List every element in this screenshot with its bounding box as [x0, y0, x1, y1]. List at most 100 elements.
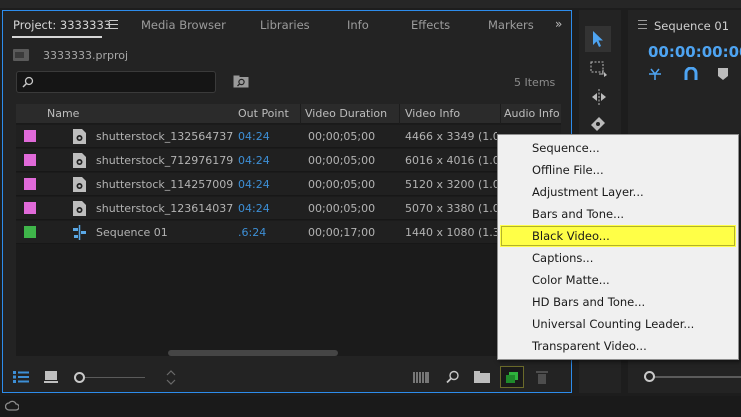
label-color-swatch[interactable] [24, 202, 36, 214]
hamburger-menu-icon[interactable] [109, 20, 118, 29]
table-row[interactable]: shutterstock_1236140374.j 04:24 00;00;05;0… [16, 197, 561, 220]
table-row[interactable]: shutterstock_712976179.jp 04:24 00;00;05;0… [16, 149, 561, 172]
playhead-timecode[interactable]: 00:00:00:00 [648, 43, 741, 61]
column-header-out-point[interactable]: Out Point [238, 107, 300, 120]
new-item-button[interactable] [500, 366, 524, 388]
item-count: 5 Items [514, 76, 556, 89]
list-view-icon[interactable] [13, 371, 29, 383]
creative-cloud-icon[interactable] [5, 399, 19, 413]
menu-item-captions[interactable]: Captions... [498, 247, 738, 269]
track-select-tool-button[interactable] [585, 56, 611, 82]
new-bin-icon[interactable] [474, 371, 490, 383]
tab-markers[interactable]: Markers [488, 18, 534, 34]
tab-effects[interactable]: Effects [411, 18, 450, 34]
razor-tool-icon [591, 117, 605, 131]
bin-search-icon[interactable] [233, 75, 249, 88]
selection-tool-icon [593, 31, 603, 47]
menu-item-universal-counting-leader[interactable]: Universal Counting Leader... [498, 313, 738, 335]
trash-icon[interactable] [536, 370, 548, 384]
icon-view-icon[interactable] [44, 371, 58, 383]
label-color-swatch[interactable] [24, 130, 36, 142]
still-image-icon [73, 201, 86, 216]
still-image-icon [73, 177, 86, 192]
column-separator[interactable] [399, 104, 400, 124]
timeline-zoom-track[interactable] [644, 376, 741, 378]
item-video-duration: 00;00;05;00 [308, 178, 376, 191]
table-row[interactable]: Sequence 01 .6:24 00;00;17;00 1440 x 1080 (… [16, 221, 561, 244]
search-input[interactable] [16, 71, 216, 93]
add-marker-icon[interactable] [716, 67, 730, 81]
column-header-name[interactable]: Name [47, 107, 79, 120]
tab-project[interactable]: Project: 3333333 [13, 18, 111, 34]
menu-item-black-video[interactable]: Black Video... [500, 225, 736, 247]
table-row[interactable]: shutterstock_1142570093.j 04:24 00;00;05;0… [16, 173, 561, 196]
sort-icon[interactable] [165, 370, 177, 385]
item-name: shutterstock_132564737.jp [96, 130, 233, 143]
menu-item-bars-and-tone[interactable]: Bars and Tone... [498, 203, 738, 225]
zoom-slider-knob[interactable] [74, 372, 85, 383]
item-video-info: 1440 x 1080 (1.33 [405, 226, 497, 239]
project-panel: Project: 3333333 Media Browser Libraries… [2, 10, 572, 393]
project-file-icon [13, 49, 29, 61]
ripple-edit-tool-button[interactable] [585, 84, 611, 110]
item-video-duration: 00;00;05;00 [308, 130, 376, 143]
new-item-icon [506, 372, 518, 383]
menu-item-hd-bars-and-tone[interactable]: HD Bars and Tone... [498, 291, 738, 313]
column-header-video-duration[interactable]: Video Duration [305, 107, 387, 120]
timeline-zoom-knob[interactable] [644, 371, 655, 382]
active-tab-underline [12, 36, 102, 38]
column-separator[interactable] [300, 104, 301, 124]
project-bottom-toolbar [3, 363, 571, 392]
status-bar [0, 396, 741, 417]
sequence-icon [73, 225, 86, 240]
menu-item-offline-file[interactable]: Offline File... [498, 159, 738, 181]
panel-tabbar: Project: 3333333 Media Browser Libraries… [3, 11, 571, 39]
project-file-name: 3333333.prproj [43, 49, 129, 62]
item-video-info: 6016 x 4016 (1.0) [405, 154, 497, 167]
top-strip [0, 0, 741, 8]
zoom-slider-track[interactable] [85, 377, 145, 378]
label-color-swatch[interactable] [24, 178, 36, 190]
still-image-icon [73, 129, 86, 144]
label-color-swatch[interactable] [24, 154, 36, 166]
item-out-point: 04:24 [238, 178, 270, 191]
track-select-tool-icon [590, 61, 607, 77]
table-row[interactable]: shutterstock_132564737.jp 04:24 00;00;05;0… [16, 125, 561, 148]
tab-media-browser[interactable]: Media Browser [141, 18, 226, 34]
tab-info[interactable]: Info [347, 18, 369, 34]
item-name: shutterstock_712976179.jp [96, 154, 233, 167]
tab-overflow-chevron-icon[interactable]: » [555, 17, 562, 31]
still-image-icon [73, 153, 86, 168]
list-header: Name Out Point Video Duration Video Info… [16, 104, 561, 124]
ripple-edit-tool-icon [592, 89, 606, 105]
menu-item-transparent-video[interactable]: Transparent Video... [498, 335, 738, 357]
column-header-video-info[interactable]: Video Info [405, 107, 460, 120]
item-out-point: 04:24 [238, 154, 270, 167]
column-separator[interactable] [500, 104, 501, 124]
item-name: Sequence 01 [96, 226, 168, 239]
label-color-swatch[interactable] [24, 226, 36, 238]
tab-libraries[interactable]: Libraries [260, 18, 310, 34]
automate-to-sequence-icon[interactable] [413, 372, 429, 383]
linked-selection-icon[interactable] [684, 67, 698, 81]
sequence-hamburger-menu-icon[interactable] [638, 20, 647, 29]
menu-item-adjustment-layer[interactable]: Adjustment Layer... [498, 181, 738, 203]
tab-sequence[interactable]: Sequence 01 [654, 19, 729, 33]
item-out-point: .6:24 [238, 226, 267, 239]
item-video-info: 5070 x 3380 (1.0) [405, 202, 497, 215]
item-video-info: 4466 x 3349 (1.0) [405, 130, 497, 143]
item-out-point: 04:24 [238, 202, 270, 215]
snap-icon[interactable] [648, 67, 662, 81]
selection-tool-button[interactable] [585, 26, 611, 52]
search-icon [22, 76, 34, 88]
item-video-duration: 00;00;05;00 [308, 202, 376, 215]
column-header-audio-info[interactable]: Audio Info [504, 107, 560, 120]
timeline-zoom [634, 368, 741, 388]
horizontal-scrollbar[interactable] [168, 350, 338, 356]
menu-item-color-matte[interactable]: Color Matte... [498, 269, 738, 291]
item-video-duration: 00;00;05;00 [308, 154, 376, 167]
menu-item-sequence[interactable]: Sequence... [498, 137, 738, 159]
item-video-duration: 00;00;17;00 [308, 226, 376, 239]
item-video-info: 5120 x 3200 (1.0) [405, 178, 497, 191]
find-icon[interactable] [446, 370, 460, 384]
